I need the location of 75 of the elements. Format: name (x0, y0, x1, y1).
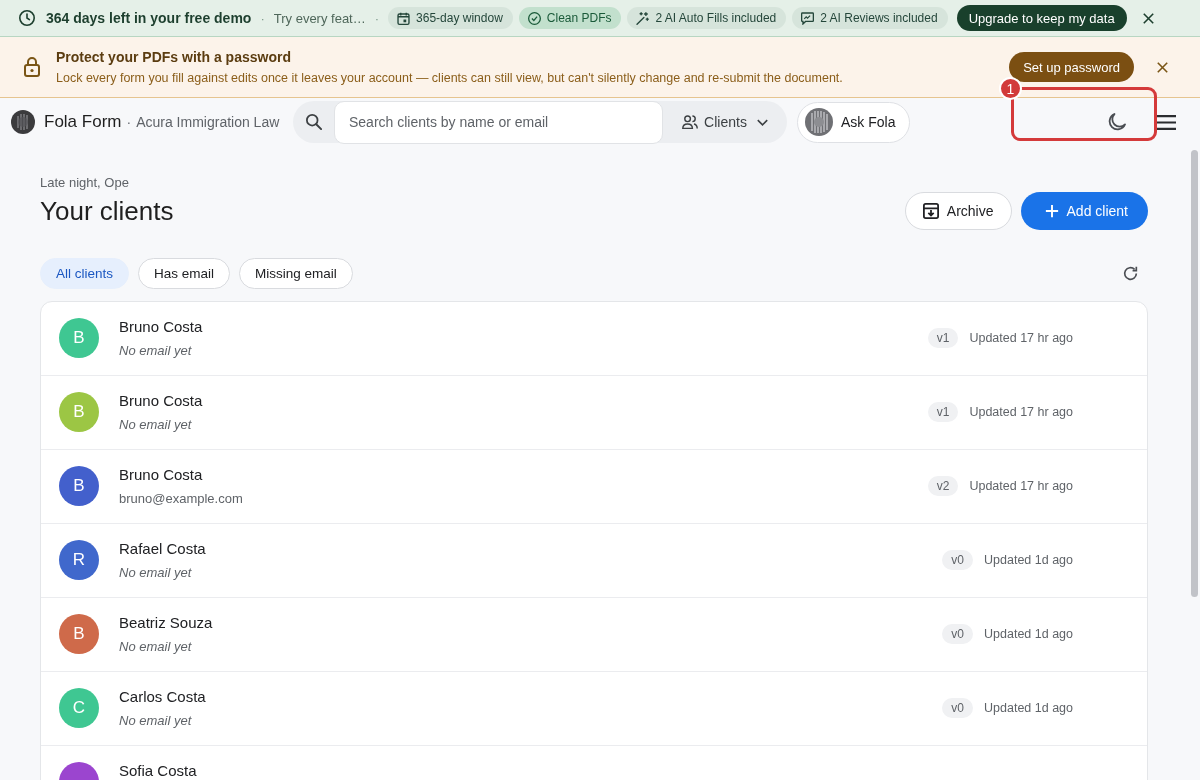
assistant-avatar-icon (805, 108, 833, 136)
updated-time: Updated 1d ago (984, 701, 1073, 715)
magic-wand-icon (636, 11, 650, 25)
client-name[interactable]: Rafael Costa (119, 540, 943, 558)
banner-title: Protect your PDFs with a password (56, 49, 292, 65)
logo-icon (11, 110, 35, 134)
set-up-password-button[interactable]: Set up password (1009, 52, 1134, 82)
clients-dropdown[interactable]: Clients (663, 101, 787, 143)
filter-chip[interactable]: Has email (138, 258, 231, 289)
updated-time: Updated 17 hr ago (969, 405, 1073, 419)
moon-icon[interactable] (1108, 113, 1126, 131)
refresh-icon[interactable] (1123, 266, 1138, 281)
updated-time: Updated 1d ago (984, 553, 1073, 567)
version-badge: v0 (942, 624, 974, 644)
updated-time: Updated 17 hr ago (969, 479, 1073, 493)
version-badge: v1 (927, 402, 959, 422)
feature-chip: Clean PDFs (518, 7, 622, 29)
avatar: R (59, 540, 99, 580)
version-badge: v0 (942, 698, 974, 718)
version-badge: v1 (927, 328, 959, 348)
chevron-down-icon (756, 118, 768, 126)
client-email: No email yet (119, 565, 193, 581)
ask-fola-button[interactable]: Ask Fola (797, 101, 911, 143)
client-name[interactable]: Bruno Costa (119, 392, 928, 410)
filter-chip[interactable]: All clients (40, 258, 130, 289)
version-badge: v0 (942, 550, 974, 570)
lock-icon (24, 57, 40, 77)
calendar-icon (397, 11, 411, 25)
client-email: No email yet (119, 713, 193, 729)
version-badge: v2 (927, 476, 959, 496)
plus-icon (1044, 204, 1059, 218)
client-name[interactable]: Carlos Costa (119, 688, 943, 706)
updated-time: Updated 17 hr ago (969, 331, 1073, 345)
avatar: B (59, 466, 99, 506)
filter-chip[interactable]: Missing email (239, 258, 353, 289)
demo-days-left: 364 days left in your free demo (46, 10, 252, 26)
upgrade-button[interactable]: Upgrade to keep my data (956, 5, 1127, 31)
avatar: B (59, 614, 99, 654)
feature-chip: 2 AI Reviews included (792, 7, 948, 29)
add-client-button[interactable]: Add client (1020, 192, 1148, 230)
chat-bubble-icon (801, 11, 815, 25)
greeting-text: Late night, Ope (40, 175, 130, 191)
search-icon[interactable] (306, 114, 322, 130)
client-email: bruno@example.com (119, 491, 244, 507)
avatar: C (59, 688, 99, 728)
check-circle-icon (527, 11, 541, 25)
client-name[interactable]: Bruno Costa (119, 318, 928, 336)
feature-chip: 365-day window (388, 7, 513, 29)
feature-chip: 2 AI Auto Fills included (627, 7, 787, 29)
clock-icon (19, 10, 35, 26)
archive-button[interactable]: Archive (904, 192, 1012, 230)
separator-dot: · (374, 10, 380, 26)
separator-dot: · (260, 10, 265, 26)
archive-box-icon (922, 203, 939, 219)
client-email: No email yet (119, 417, 193, 433)
close-icon[interactable] (1157, 61, 1168, 73)
brand-name: Fola Form (44, 112, 122, 132)
avatar: B (59, 318, 99, 358)
page-title: Your clients (40, 195, 174, 227)
updated-time: Updated 1d ago (984, 627, 1073, 641)
client-email: No email yet (119, 639, 193, 655)
demo-teaser: Try every feat… (273, 10, 366, 26)
client-name[interactable]: Sofia Costa (119, 762, 1073, 780)
banner-description: Lock every form you fill against edits once it leaves your account — clients can still view, but can't silently change and re-submit the document. (56, 71, 844, 85)
people-icon (682, 114, 699, 130)
organization-name: Acura Immigration Law (136, 114, 280, 130)
avatar: B (59, 392, 99, 432)
search-field[interactable]: Search clients by name or email (334, 100, 663, 144)
client-email: No email yet (119, 343, 193, 359)
scrollbar[interactable] (1191, 150, 1198, 597)
separator-dot: · (126, 114, 132, 130)
client-name[interactable]: Beatriz Souza (119, 614, 943, 632)
client-name[interactable]: Bruno Costa (119, 466, 928, 484)
menu-icon[interactable] (1157, 114, 1176, 130)
close-icon[interactable] (1142, 12, 1154, 24)
